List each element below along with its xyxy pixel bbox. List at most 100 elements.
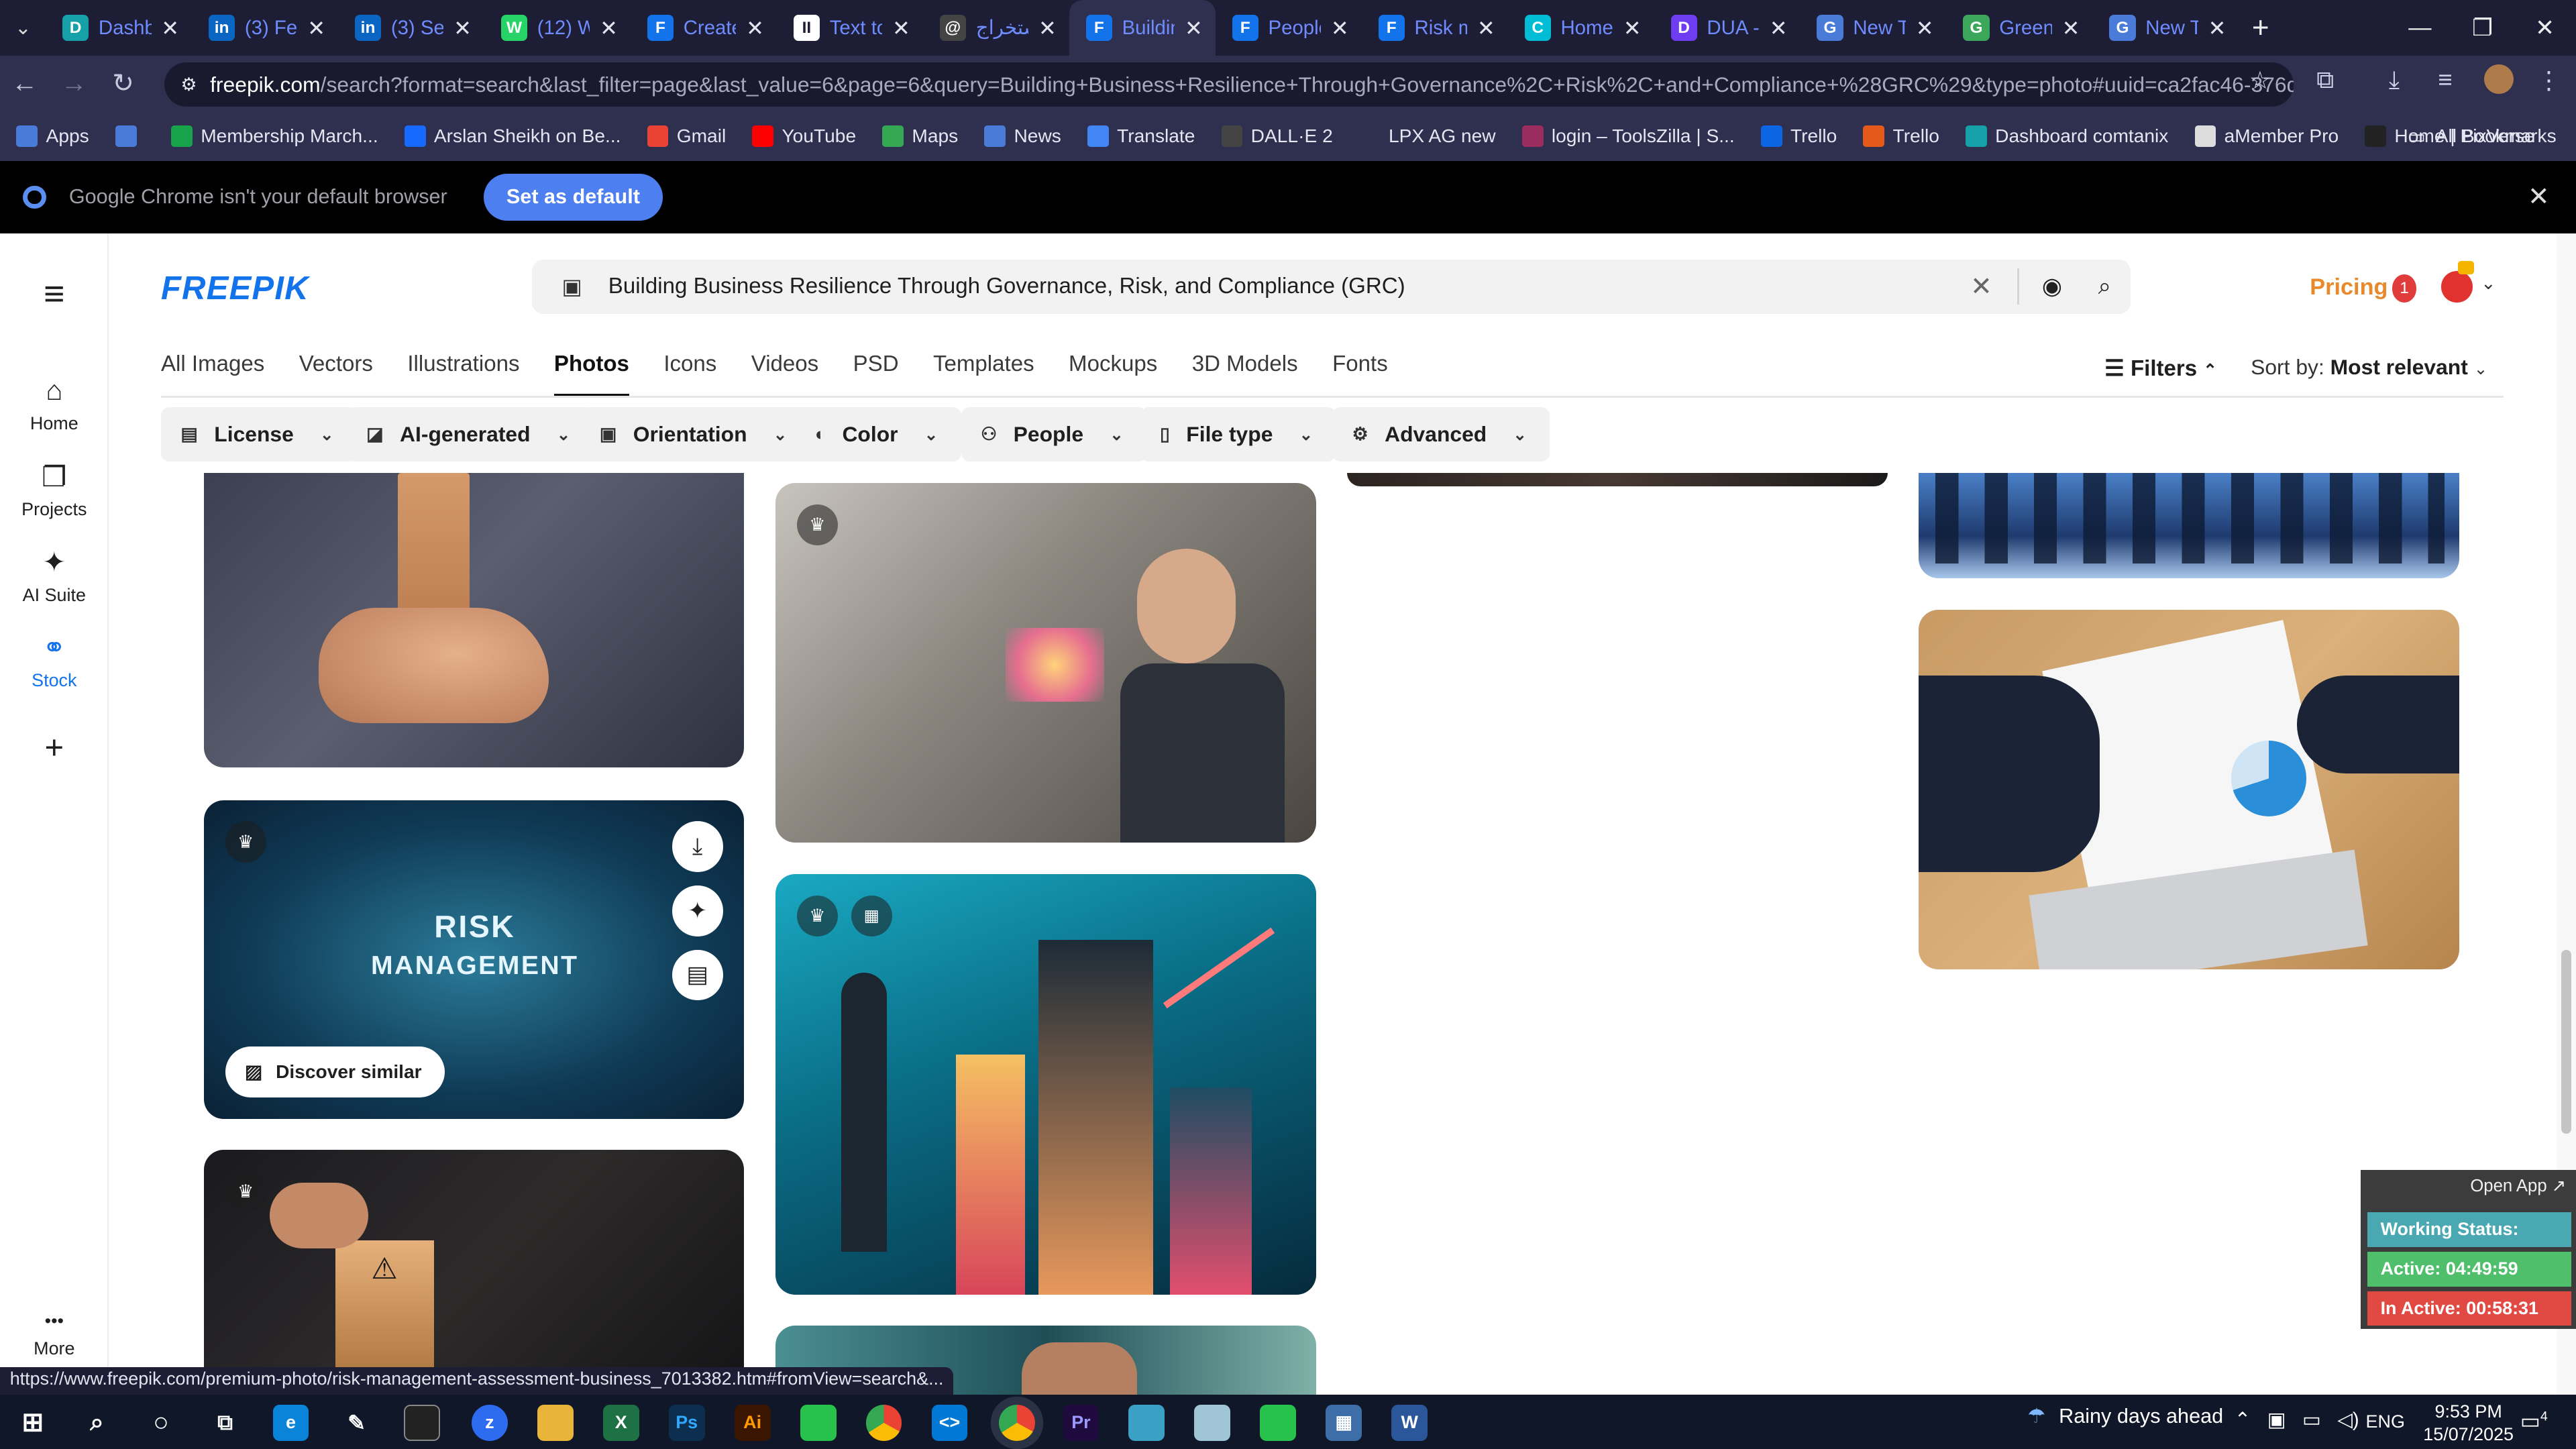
sidebar-item-stock[interactable]: ⚭ Stock xyxy=(0,631,109,691)
bookmark-item[interactable]: Membership March... xyxy=(171,125,378,148)
bookmark-item[interactable]: Arslan Sheikh on Be... xyxy=(404,125,621,148)
bookmark-item[interactable]: login – ToolsZilla | S... xyxy=(1521,125,1735,148)
close-tab-icon[interactable]: ✕ xyxy=(1916,15,1934,41)
close-tab-icon[interactable]: ✕ xyxy=(600,15,618,41)
profile-avatar[interactable] xyxy=(2483,64,2514,94)
sort-dropdown[interactable]: Sort by: Most relevant ⌄ xyxy=(2251,355,2487,380)
user-avatar[interactable] xyxy=(2441,271,2473,303)
meet-icon[interactable]: ▣ xyxy=(2267,1408,2286,1432)
extension-icon[interactable]: ⧉ xyxy=(2316,66,2334,95)
close-tab-icon[interactable]: ✕ xyxy=(1331,15,1349,41)
search-input[interactable]: Building Business Resilience Through Gov… xyxy=(608,274,1952,299)
browser-tab[interactable]: F Create ✕ xyxy=(631,0,777,56)
close-window-icon[interactable]: ✕ xyxy=(2514,0,2576,56)
menu-icon[interactable]: ≡ xyxy=(0,273,109,315)
close-tab-icon[interactable]: ✕ xyxy=(2208,15,2226,41)
photo-card-risk-management[interactable]: RISK MANAGEMENT ♛ ⤓ ✦ ▤ ▨ Discover simil… xyxy=(203,800,745,1119)
browser-tab[interactable]: F People ✕ xyxy=(1216,0,1362,56)
tab-mockups[interactable]: Mockups xyxy=(1069,352,1157,396)
photo-card[interactable] xyxy=(1347,473,1888,486)
close-tab-icon[interactable]: ✕ xyxy=(307,15,325,41)
close-tab-icon[interactable]: ✕ xyxy=(453,15,472,41)
new-tab-icon[interactable]: + xyxy=(2239,11,2282,45)
app-icon[interactable] xyxy=(1194,1404,1231,1441)
browser-tab[interactable]: G New Ta ✕ xyxy=(2093,0,2239,56)
sidebar-item-projects[interactable]: ❐ Projects xyxy=(0,460,109,521)
close-tab-icon[interactable]: ✕ xyxy=(1185,15,1203,41)
terminal-icon[interactable] xyxy=(404,1404,441,1441)
sidebar-item-more[interactable]: ••• More xyxy=(0,1311,109,1359)
bookmark-item[interactable]: DALL·E 2 xyxy=(1221,125,1333,148)
bookmark-item[interactable]: aMember Pro xyxy=(2194,125,2339,148)
photoshop-icon[interactable]: Ps xyxy=(668,1404,705,1441)
filter-color[interactable]: ◐ Color ⌄ xyxy=(795,407,961,462)
tab-3d-models[interactable]: 3D Models xyxy=(1192,352,1298,396)
whatsapp-icon[interactable] xyxy=(1260,1404,1297,1441)
camera-icon[interactable]: ◉ xyxy=(2026,273,2078,300)
tab-psd[interactable]: PSD xyxy=(853,352,899,396)
filter-ai-generated[interactable]: ◪ AI-generated ⌄ xyxy=(346,407,594,462)
tab-illustrations[interactable]: Illustrations xyxy=(407,352,519,396)
bookmark-item[interactable]: Gmail xyxy=(647,125,726,148)
chrome-menu-icon[interactable]: ⋮ xyxy=(2536,66,2561,95)
photo-card[interactable]: ⚠ ♛ xyxy=(203,1150,745,1395)
bookmark-item[interactable]: Trello xyxy=(1863,125,1939,148)
chrome-icon[interactable] xyxy=(865,1404,902,1441)
filter-people[interactable]: ⚇ People ⌄ xyxy=(961,407,1146,462)
clear-search-icon[interactable]: ✕ xyxy=(1951,272,2010,302)
tab-photos[interactable]: Photos xyxy=(553,352,629,396)
pen-icon[interactable]: ✎ xyxy=(338,1405,374,1441)
photo-card[interactable] xyxy=(203,473,745,767)
photo-card[interactable] xyxy=(1919,473,2460,579)
forward-icon[interactable]: → xyxy=(49,69,98,99)
calculator-icon[interactable]: ▦ xyxy=(1326,1404,1362,1441)
browser-tab[interactable]: D DUA - ✕ xyxy=(1654,0,1801,56)
photo-card[interactable]: ♛ ▦ xyxy=(775,873,1316,1295)
edge-icon[interactable]: e xyxy=(272,1404,309,1441)
set-default-button[interactable]: Set as default xyxy=(483,174,663,221)
chevron-down-icon[interactable]: ⌄ xyxy=(2481,273,2496,294)
photo-card[interactable] xyxy=(1919,609,2460,969)
bookmark-star-icon[interactable]: ☆ xyxy=(2249,66,2271,95)
add-icon[interactable]: + xyxy=(0,729,109,767)
close-tab-icon[interactable]: ✕ xyxy=(1623,15,1642,41)
photo-card[interactable]: ♛ xyxy=(775,483,1316,843)
image-type-icon[interactable]: ▣ xyxy=(562,274,582,299)
notification-center-icon[interactable]: ▭4 xyxy=(2520,1408,2548,1434)
browser-tab[interactable]: G New Ta ✕ xyxy=(1801,0,1947,56)
notification-bell-icon[interactable]: 1 xyxy=(2392,274,2417,303)
close-tab-icon[interactable]: ✕ xyxy=(1770,15,1788,41)
vscode-icon[interactable]: <> xyxy=(931,1404,968,1441)
filter-license[interactable]: ▤ License ⌄ xyxy=(161,407,357,462)
premiere-icon[interactable]: Pr xyxy=(1063,1404,1099,1441)
close-tab-icon[interactable]: ✕ xyxy=(161,15,179,41)
filter-orientation[interactable]: ▣ Orientation ⌄ xyxy=(580,407,810,462)
cortana-icon[interactable]: ○ xyxy=(143,1405,179,1441)
network-icon[interactable]: ▭ xyxy=(2302,1408,2321,1432)
browser-tab[interactable]: D Dashbo ✕ xyxy=(46,0,193,56)
browser-tab[interactable]: C Home ✕ xyxy=(1508,0,1654,56)
browser-tab[interactable]: F Risk m ✕ xyxy=(1362,0,1508,56)
volume-icon[interactable]: ◁) xyxy=(2337,1408,2359,1432)
search-icon[interactable]: ⌕ xyxy=(2078,274,2131,300)
tab-all-images[interactable]: All Images xyxy=(161,352,264,396)
task-view-icon[interactable]: ⧉ xyxy=(207,1405,244,1441)
address-bar[interactable]: ⚙ freepik.com /search?format=search&last… xyxy=(164,62,2294,107)
bookmark-item[interactable]: YouTube xyxy=(752,125,856,148)
download-icon[interactable]: ⤓ xyxy=(672,821,723,873)
tab-icons[interactable]: Icons xyxy=(663,352,716,396)
bookmark-item[interactable]: Apps xyxy=(16,125,89,148)
save-to-collection-icon[interactable]: ▤ xyxy=(672,949,723,1001)
sidebar-item-home[interactable]: ⌂ Home xyxy=(0,374,109,434)
close-infobar-icon[interactable]: ✕ xyxy=(2528,182,2550,212)
bookmark-item[interactable]: Maps xyxy=(882,125,958,148)
browser-tab[interactable]: in (3) Fee ✕ xyxy=(193,0,339,56)
downloads-icon[interactable]: ⤓ xyxy=(2389,66,2400,95)
filter-file-type[interactable]: ▯ File type ⌄ xyxy=(1140,407,1336,462)
site-info-icon[interactable]: ⚙ xyxy=(180,74,197,95)
ai-edit-icon[interactable]: ✦ xyxy=(672,885,723,936)
close-tab-icon[interactable]: ✕ xyxy=(892,15,910,41)
browser-tab[interactable]: F Buildin ✕ xyxy=(1069,0,1216,56)
search-icon[interactable]: ⌕ xyxy=(79,1405,115,1441)
browser-tab[interactable]: G Green ✕ xyxy=(1947,0,2093,56)
